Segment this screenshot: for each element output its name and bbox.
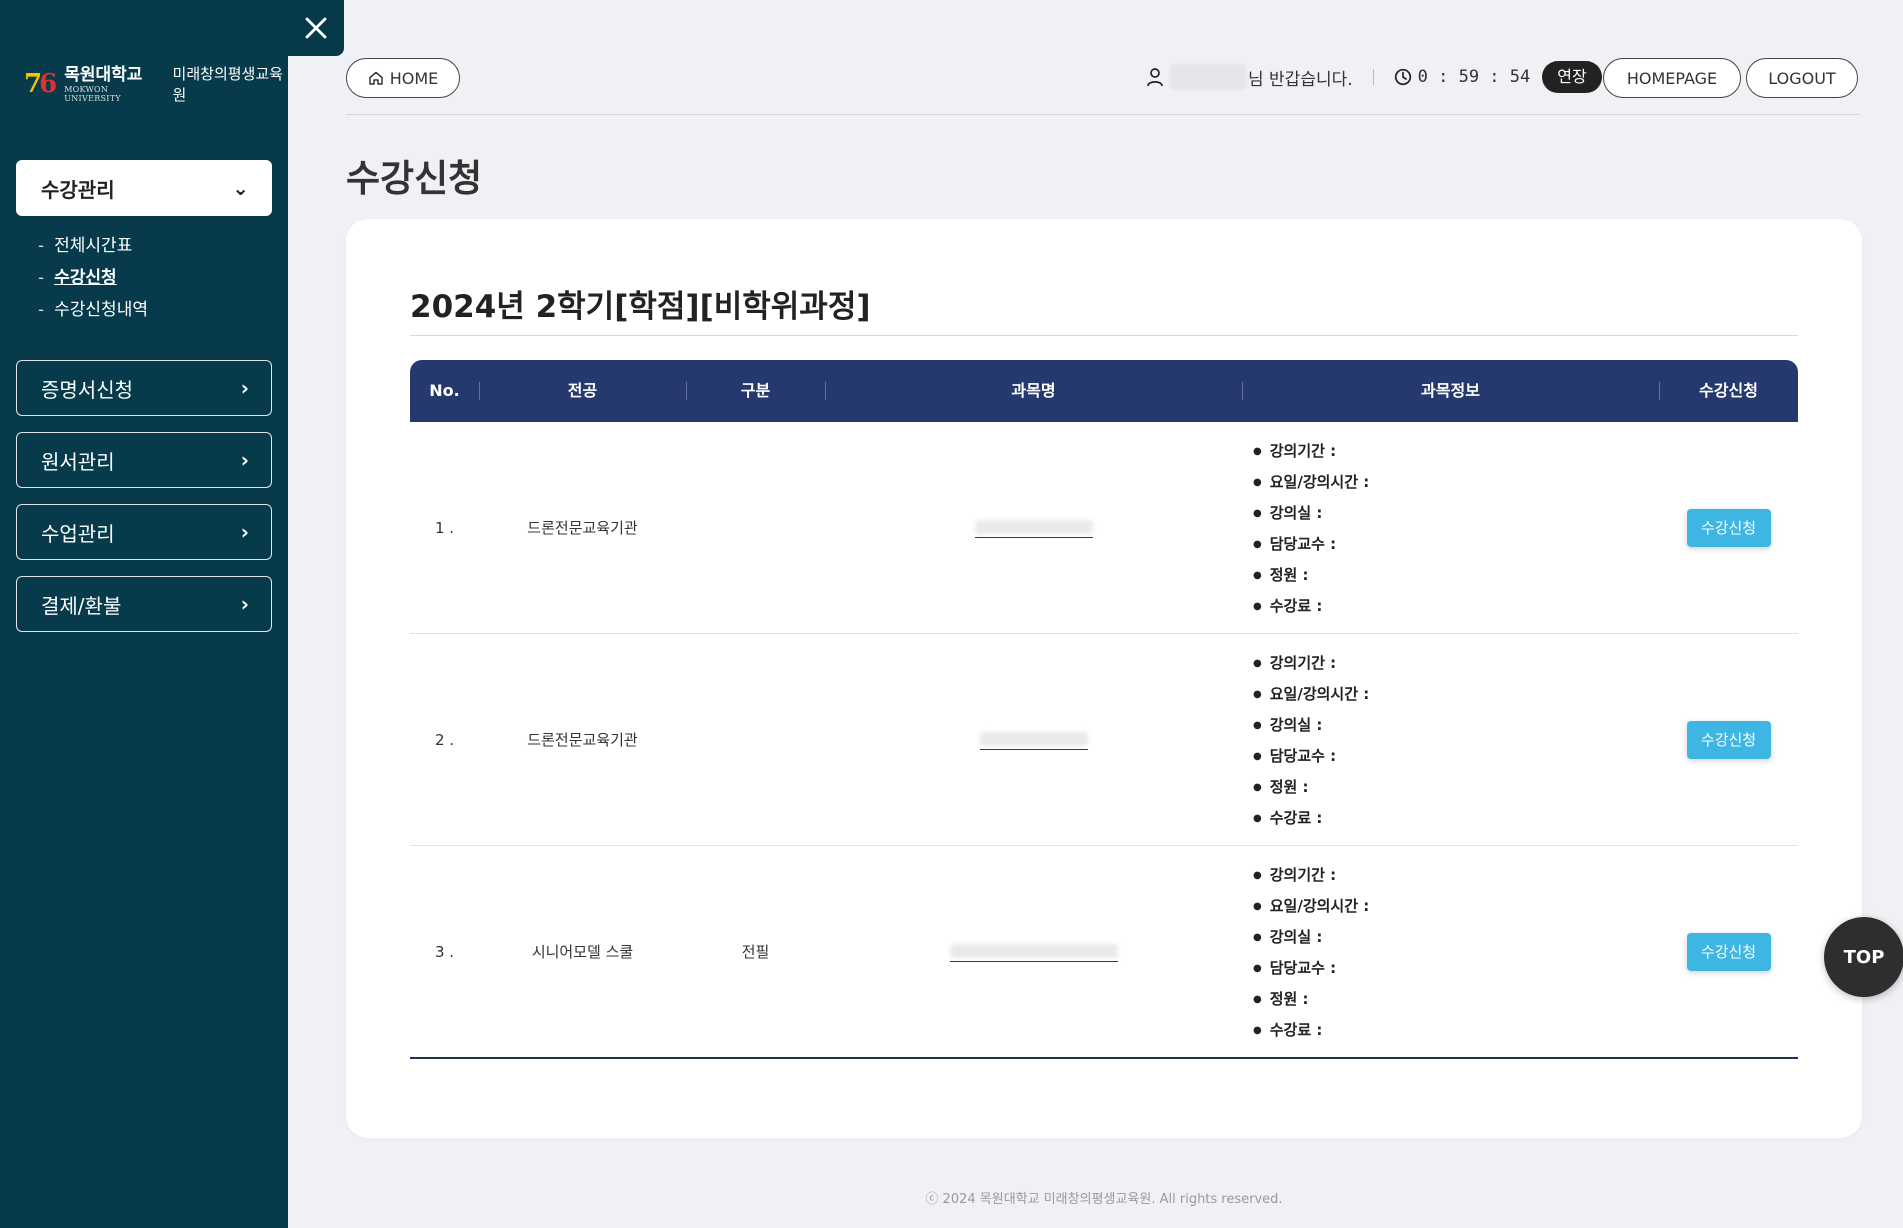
apply-button[interactable]: 수강신청 [1686,720,1771,759]
page-title: 수강신청 [346,157,483,200]
greeting-text: 님 반갑습니다. [1248,69,1353,90]
logo[interactable]: 76 목원대학교 MOKWON UNIVERSITY 미래창의평생교육원 [24,63,288,105]
chevron-right-icon: › [240,520,249,544]
course-info-list: ● 강의기간 : ● 요일/강의시간 : ● 강의실 : ● 담당교수 : ● 정원 : … [1253,442,1370,615]
submenu-item-registration-history[interactable]: - 수강신청내역 [38,294,148,326]
course-list-card: 2024년 2학기[학점][비학위과정] No. 전공 구분 과목명 과목정보 … [346,219,1862,1138]
column-header-no: No. [429,381,460,400]
section-title: 2024년 2학기[학점][비학위과정] [410,289,871,325]
table-row: 3 . 시니어모델 스쿨 전필 ● 강의기간 : ● 요일/강의시간 : ● 강의실 … [410,846,1798,1059]
column-header-course-info: 과목정보 [1421,381,1480,400]
logo-university-name-en: MOKWON UNIVERSITY [64,84,121,103]
session-timer: 0 : 59 : 54 [1417,67,1531,87]
user-area: 님 반갑습니다. 0 : 59 : 54 연장 [1146,61,1602,93]
logout-button[interactable]: LOGOUT [1746,58,1858,98]
row-number: 3 . [434,942,455,961]
extend-session-button[interactable]: 연장 [1542,61,1602,93]
course-info-list: ● 강의기간 : ● 요일/강의시간 : ● 강의실 : ● 담당교수 : ● 정원 : … [1253,654,1370,827]
row-major: 드론전문교육기관 [527,731,638,749]
home-button[interactable]: HOME [346,58,460,98]
course-name-link[interactable] [949,941,1118,962]
chevron-right-icon: › [240,448,249,472]
logo-university-name: 목원대학교 [64,64,143,85]
column-header-category: 구분 [740,381,771,400]
user-icon [1147,68,1163,87]
sidebar-menu-label: 결제/환불 [41,593,122,618]
sidebar-menu-label: 수강관리 [41,177,115,202]
column-header-course-name: 과목명 [1011,381,1056,400]
sidebar-menu-label: 원서관리 [41,449,115,474]
row-number: 1 . [434,518,455,537]
apply-button[interactable]: 수강신청 [1686,508,1771,547]
clock-icon [1394,68,1411,86]
row-category [686,634,825,845]
sidebar: 76 목원대학교 MOKWON UNIVERSITY 미래창의평생교육원 수강관… [0,0,288,1228]
footer-copyright: ⓒ 2024 목원대학교 미래창의평생교육원. All rights reser… [925,1192,1283,1207]
row-number: 2 . [434,730,455,749]
close-icon [305,17,327,39]
row-category [686,422,825,633]
chevron-right-icon: › [240,376,249,400]
column-header-apply: 수강신청 [1699,381,1758,400]
sidebar-menu-class-management[interactable]: 수업관리 › [16,504,272,560]
course-info-list: ● 강의기간 : ● 요일/강의시간 : ● 강의실 : ● 담당교수 : ● 정원 : … [1253,866,1370,1039]
table-header: No. 전공 구분 과목명 과목정보 수강신청 [410,360,1798,422]
course-name-link[interactable] [974,517,1093,538]
user-name [1170,64,1246,90]
submenu-item-course-registration[interactable]: - 수강신청 [38,262,148,294]
column-header-major: 전공 [567,381,598,400]
chevron-down-icon: ⌄ [232,176,249,200]
row-major: 시니어모델 스쿨 [531,943,634,961]
header-divider [346,114,1860,115]
sidebar-menu-label: 증명서신청 [41,377,133,402]
row-category: 전필 [741,943,770,961]
sidebar-menu-applications[interactable]: 원서관리 › [16,432,272,488]
homepage-button[interactable]: HOMEPAGE [1603,58,1741,98]
chevron-right-icon: › [240,592,249,616]
logo-mark: 76 [24,69,57,99]
sidebar-close-button[interactable] [288,0,344,56]
row-major: 드론전문교육기관 [527,519,638,537]
scroll-top-button[interactable]: TOP [1824,917,1903,997]
apply-button[interactable]: 수강신청 [1686,932,1771,971]
course-name-link[interactable] [979,729,1088,750]
logo-department: 미래창의평생교육원 [172,65,283,104]
home-icon [368,71,383,85]
sidebar-menu-label: 수업관리 [41,521,115,546]
sidebar-menu-course-management[interactable]: 수강관리 ⌄ [16,160,272,216]
sidebar-submenu: - 전체시간표 - 수강신청 - 수강신청내역 [38,230,148,326]
submenu-item-timetable[interactable]: - 전체시간표 [38,230,148,262]
table-row: 1 . 드론전문교육기관 ● 강의기간 : ● 요일/강의시간 : ● 강의실 : ●… [410,422,1798,634]
table-row: 2 . 드론전문교육기관 ● 강의기간 : ● 요일/강의시간 : ● 강의실 : ●… [410,634,1798,846]
sidebar-menu-certificates[interactable]: 증명서신청 › [16,360,272,416]
sidebar-menu-payment-refund[interactable]: 결제/환불 › [16,576,272,632]
